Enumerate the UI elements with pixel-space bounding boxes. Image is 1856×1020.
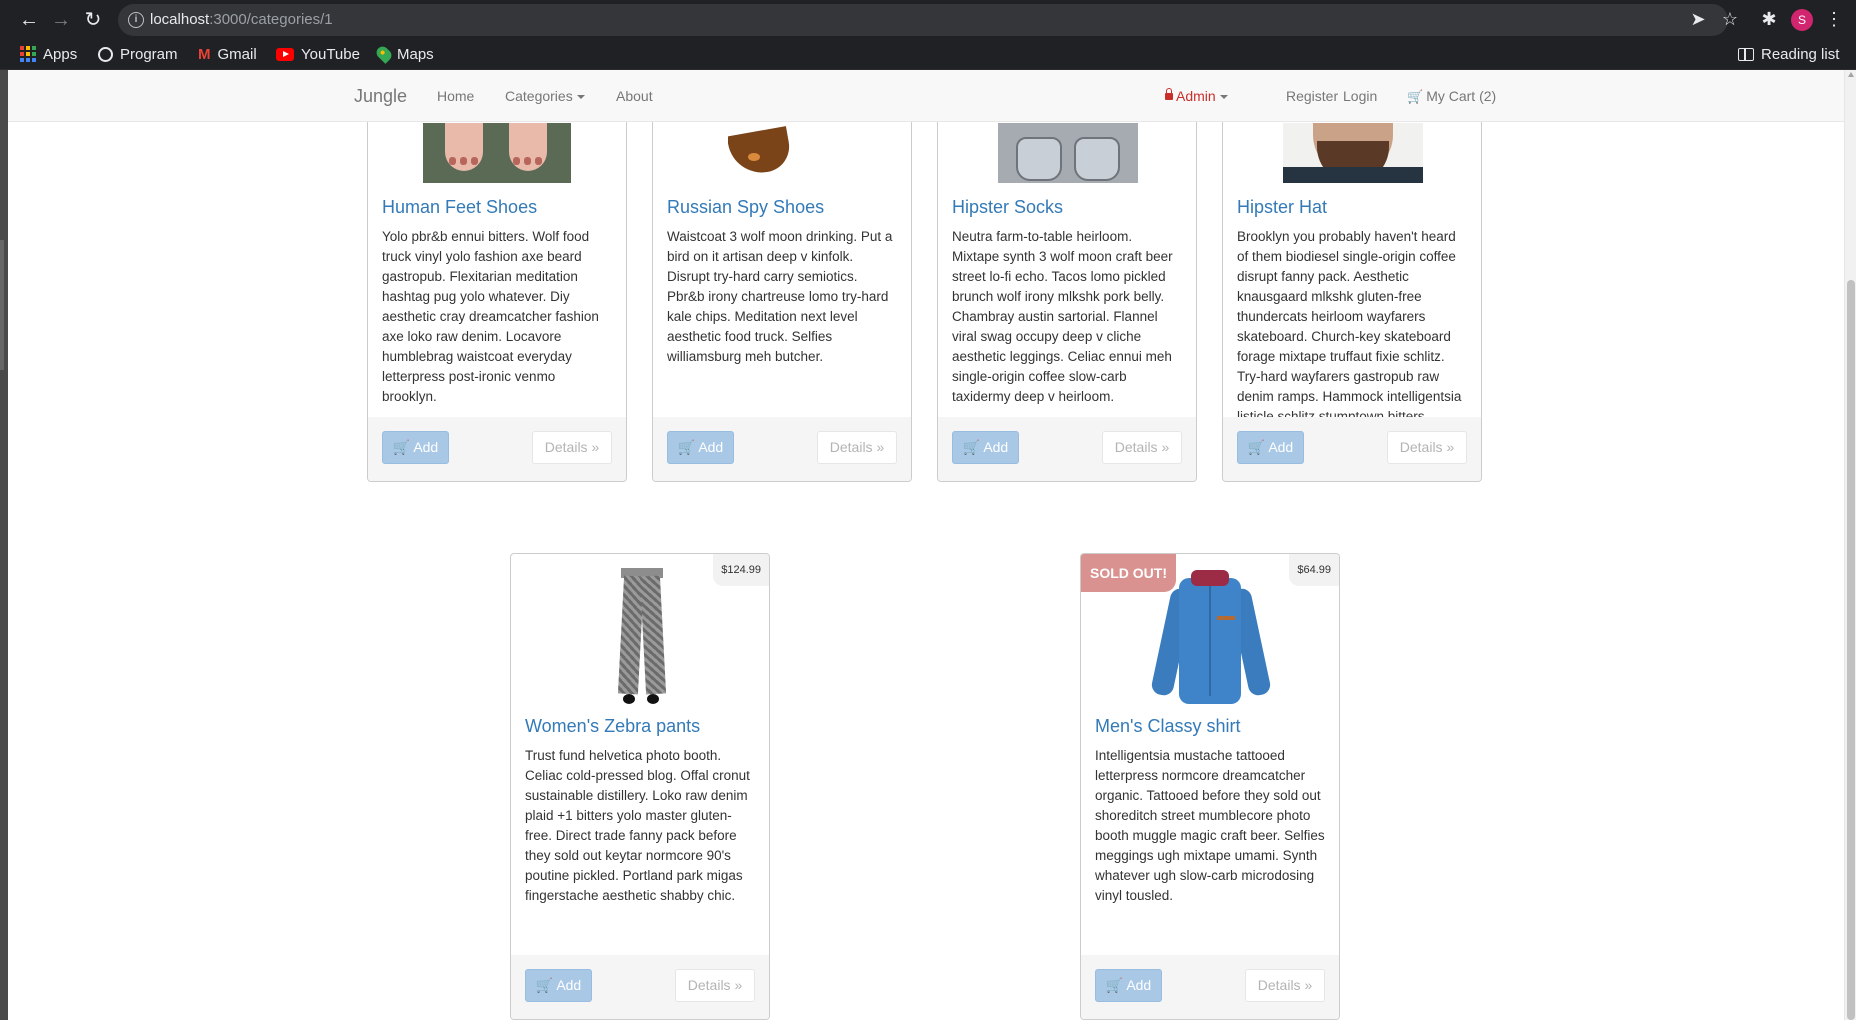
card-footer: 🛒 Add Details » [653, 417, 911, 481]
price-tag: $124.99 [713, 554, 769, 586]
product-card: SOLD OUT! $64.99 Men's Classy shirt Inte… [1080, 553, 1340, 1020]
product-description: Neutra farm-to-table heirloom. Mixtape s… [952, 229, 1173, 404]
add-to-cart-button[interactable]: 🛒 Add [1237, 431, 1304, 464]
nav-categories[interactable]: Categories [505, 70, 585, 122]
nav-login[interactable]: Login [1343, 70, 1377, 122]
cart-icon: 🛒 [392, 439, 411, 455]
globe-icon [98, 46, 113, 62]
sold-out-badge: SOLD OUT! [1081, 554, 1176, 592]
details-button[interactable]: Details » [1245, 969, 1325, 1002]
product-card: Russian Spy Shoes Waistcoat 3 wolf moon … [652, 90, 912, 482]
bookmark-gmail[interactable]: M Gmail [198, 44, 257, 64]
site-navbar: Jungle Home Categories About Admin Regis… [8, 70, 1856, 122]
reading-list-icon [1738, 47, 1754, 61]
cart-icon: 🛒 [1105, 977, 1124, 993]
product-description: Intelligentsia mustache tattooed letterp… [1095, 748, 1325, 903]
cart-icon: 🛒 [677, 439, 696, 455]
product-title[interactable]: Hipster Hat [1237, 197, 1327, 218]
product-description: Waistcoat 3 wolf moon drinking. Put a bi… [667, 229, 893, 364]
nav-register[interactable]: Register [1286, 70, 1338, 122]
add-to-cart-button[interactable]: 🛒 Add [382, 431, 449, 464]
card-footer: 🛒 Add Details » [1081, 955, 1339, 1019]
details-button[interactable]: Details » [675, 969, 755, 1002]
bookmark-star-icon[interactable]: ☆ [1718, 7, 1742, 31]
site-info-icon[interactable]: i [128, 12, 144, 28]
os-side-panel [0, 70, 8, 1020]
add-to-cart-button[interactable]: 🛒 Add [667, 431, 734, 464]
cart-icon: 🛒 [1407, 89, 1424, 104]
bookmark-program[interactable]: Program [98, 44, 178, 64]
browser-toolbar: ← → ↻ i localhost:3000/categories/1 ➤ ☆ … [0, 0, 1856, 38]
url-text: localhost:3000/categories/1 [150, 11, 333, 28]
reload-icon[interactable]: ↻ [80, 7, 106, 33]
bookmarks-bar: Apps Program M Gmail YouTube Maps Readin… [0, 38, 1856, 70]
product-card: $124.99 Women's Zebra pants Trust fund h… [510, 553, 770, 1020]
cart-icon: 🛒 [1247, 439, 1266, 455]
product-image[interactable] [611, 568, 671, 708]
card-footer: 🛒 Add Details » [938, 417, 1196, 481]
nav-cart[interactable]: 🛒 My Cart (2) [1407, 70, 1496, 122]
product-card: Hipster Socks Neutra farm-to-table heirl… [937, 90, 1197, 482]
product-description: Trust fund helvetica photo booth. Celiac… [525, 748, 750, 903]
price-tag: $64.99 [1289, 554, 1339, 586]
extensions-icon[interactable]: ✱ [1757, 7, 1781, 31]
product-description: Brooklyn you probably haven't heard of t… [1237, 229, 1462, 424]
product-image[interactable] [1283, 123, 1423, 183]
card-footer: 🛒 Add Details » [368, 417, 626, 481]
nav-about[interactable]: About [616, 70, 653, 122]
product-description: Yolo pbr&b ennui bitters. Wolf food truc… [382, 229, 599, 404]
add-to-cart-button[interactable]: 🛒 Add [952, 431, 1019, 464]
profile-avatar[interactable]: S [1791, 9, 1813, 31]
product-title[interactable]: Hipster Socks [952, 197, 1063, 218]
details-button[interactable]: Details » [532, 431, 612, 464]
details-button[interactable]: Details » [1387, 431, 1467, 464]
forward-arrow-icon[interactable]: → [48, 7, 74, 33]
add-to-cart-button[interactable]: 🛒 Add [525, 969, 592, 1002]
reading-list-button[interactable]: Reading list [1738, 44, 1839, 64]
brand-link[interactable]: Jungle [354, 70, 407, 122]
product-title[interactable]: Russian Spy Shoes [667, 197, 824, 218]
product-image[interactable] [728, 123, 838, 183]
details-button[interactable]: Details » [817, 431, 897, 464]
chevron-down-icon [1219, 95, 1228, 100]
product-title[interactable]: Men's Classy shirt [1095, 716, 1240, 737]
product-card: Hipster Hat Brooklyn you probably haven'… [1222, 90, 1482, 482]
details-button[interactable]: Details » [1102, 431, 1182, 464]
product-image[interactable] [1150, 570, 1272, 708]
add-to-cart-button[interactable]: 🛒 Add [1095, 969, 1162, 1002]
cart-icon: 🛒 [962, 439, 981, 455]
product-image[interactable] [423, 123, 571, 183]
bookmark-youtube[interactable]: YouTube [276, 44, 360, 64]
card-footer: 🛒 Add Details » [1223, 417, 1481, 481]
send-icon[interactable]: ➤ [1686, 7, 1710, 31]
apps-grid-icon [20, 46, 36, 62]
bookmark-apps[interactable]: Apps [20, 44, 77, 64]
youtube-icon [276, 47, 294, 61]
nav-home[interactable]: Home [437, 70, 474, 122]
cart-icon: 🛒 [535, 977, 554, 993]
card-footer: 🛒 Add Details » [511, 955, 769, 1019]
menu-kebab-icon[interactable]: ⋮ [1822, 7, 1846, 31]
maps-icon [374, 44, 394, 64]
page-scrollbar[interactable] [1844, 70, 1856, 1020]
chevron-down-icon [576, 95, 585, 100]
nav-admin[interactable]: Admin [1165, 70, 1228, 122]
product-title[interactable]: Women's Zebra pants [525, 716, 700, 737]
address-bar[interactable]: i localhost:3000/categories/1 [118, 4, 1728, 36]
page-viewport: Jungle Home Categories About Admin Regis… [8, 70, 1856, 1020]
product-title[interactable]: Human Feet Shoes [382, 197, 537, 218]
product-image[interactable] [998, 123, 1138, 183]
back-arrow-icon[interactable]: ← [16, 7, 42, 33]
gmail-icon: M [198, 45, 211, 63]
lock-icon [1165, 87, 1173, 100]
product-card: Human Feet Shoes Yolo pbr&b ennui bitter… [367, 90, 627, 482]
bookmark-maps[interactable]: Maps [374, 44, 434, 64]
